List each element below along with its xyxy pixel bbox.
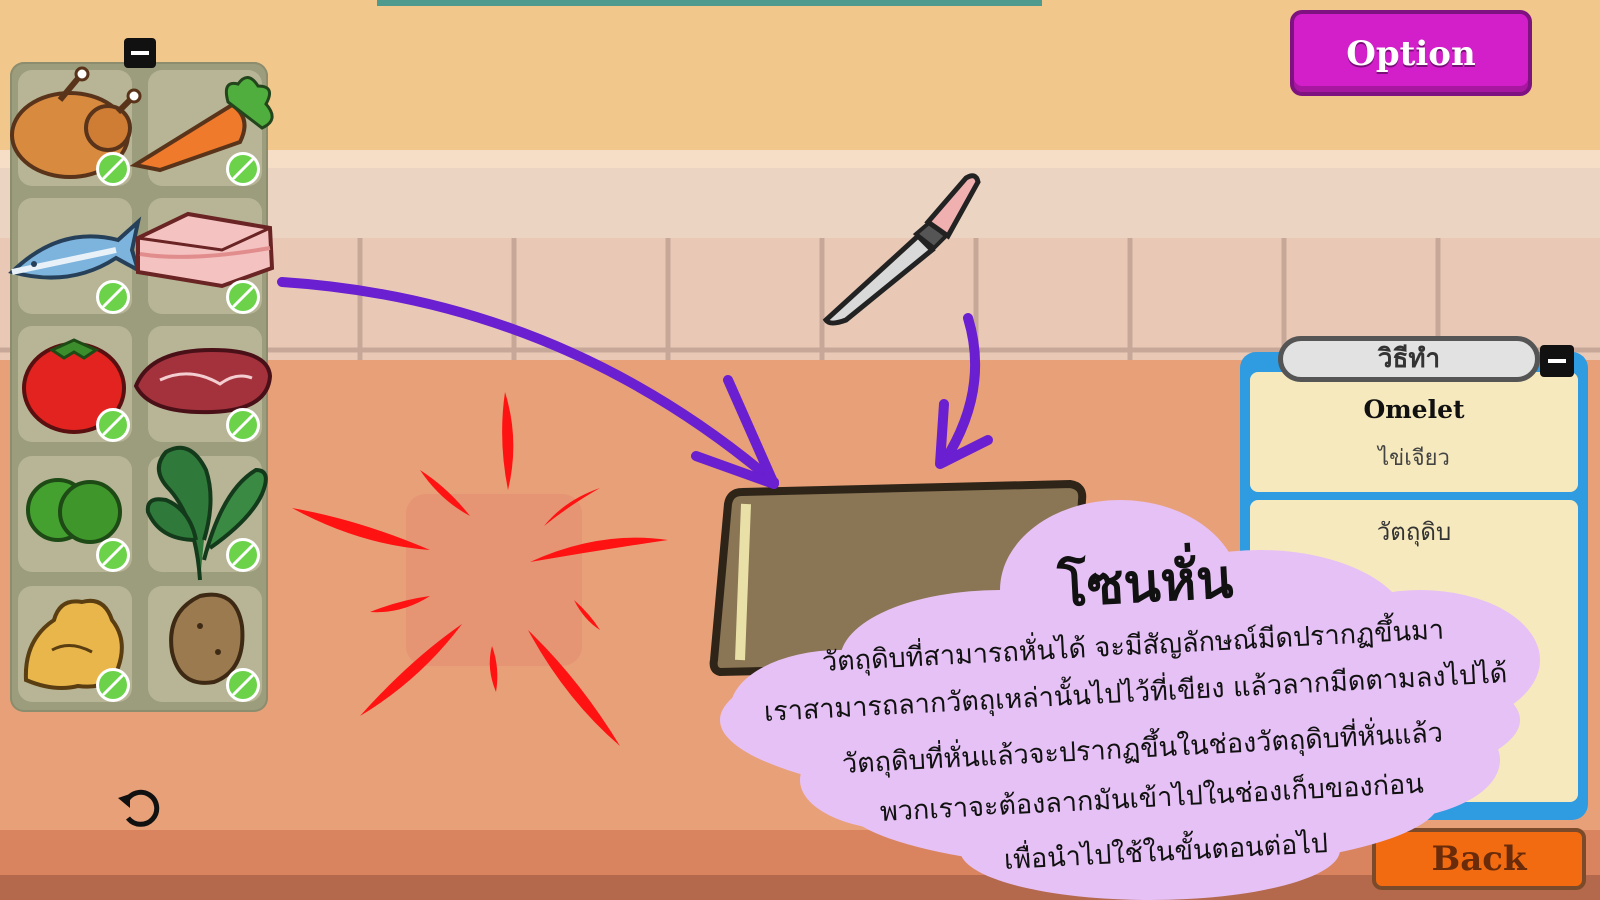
refresh-icon[interactable] [114,780,168,834]
option-button[interactable]: Option [1290,10,1532,96]
dish-name-thai: ไข่เจียว [1378,446,1450,471]
minimize-recipe-panel-button[interactable] [1540,345,1574,377]
dish-name-english: Omelet [1363,395,1465,424]
floor [0,875,1600,900]
counter-edge [0,830,1600,875]
cuttable-badge [226,538,260,572]
cuttable-badge [96,152,130,186]
cuttable-badge [96,538,130,572]
cuttable-badge [226,408,260,442]
raw-ingredients-title: วัตถุดิบ [1376,518,1452,546]
tutorial-title: โซนหั่น [1056,546,1235,619]
cuttable-badge [96,408,130,442]
recipe-tab[interactable]: วิธีทำ [1278,336,1540,382]
cuttable-badge [226,152,260,186]
chopped-ingredients-slot[interactable] [406,494,582,666]
minimize-ingredient-panel-button[interactable] [124,38,156,68]
cuttable-badge [96,280,130,314]
cuttable-badge [96,668,130,702]
lime-icon[interactable] [26,478,122,544]
cuttable-badge [226,280,260,314]
potato-icon[interactable] [169,592,245,685]
cuttable-badge [226,668,260,702]
back-button[interactable]: Back [1372,828,1586,890]
